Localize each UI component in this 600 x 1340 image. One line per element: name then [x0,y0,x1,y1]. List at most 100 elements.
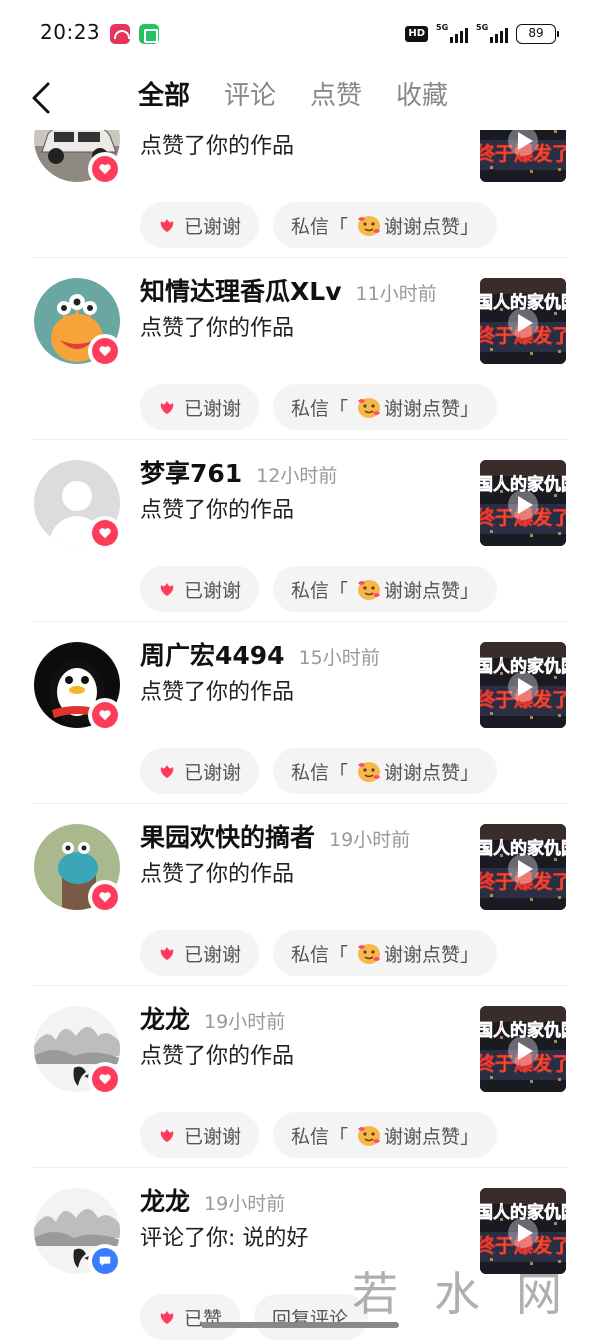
header: 全部 评论 点赞 收藏 [0,66,600,130]
username[interactable]: 龙龙 [140,1000,190,1036]
flower-icon [158,216,176,234]
flower-icon [158,1308,176,1326]
dm-thanks-button[interactable]: 私信「 谢谢点赞」 [273,384,498,430]
liked-button[interactable]: 已赞 [140,1294,241,1340]
action-text: 点赞了你的作品 [140,680,295,705]
hd-voice-icon: HD [405,26,428,42]
love-emoji-icon [356,941,382,965]
action-text: 评论了你: 说的好 [140,1226,309,1251]
like-badge [88,698,122,732]
dm-label: 私信「 [291,1125,349,1148]
heart-icon [92,1066,118,1092]
like-badge [88,152,122,186]
love-emoji-icon [356,213,382,237]
thanked-button[interactable]: 已谢谢 [140,930,260,976]
reply-comment-button[interactable]: 回复评论 [254,1294,369,1340]
notification-item[interactable]: 周广宏4494 15小时前 点赞了你的作品 国人的家仇国 终于爆发了 已谢谢 私… [0,622,600,804]
notification-item[interactable]: 果园欢快的摘者 19小时前 点赞了你的作品 国人的家仇国 终于爆发了 已谢谢 私… [0,804,600,986]
status-time: 20:23 [40,20,101,44]
timestamp: 11小时前 [355,283,437,305]
signal-sim1-icon: 5G [436,23,468,43]
thanked-button[interactable]: 已谢谢 [140,748,260,794]
notification-item[interactable]: 用户7180246823... 11小时前 点赞了你的作品 国人的家仇国 终于爆… [0,130,600,258]
thanked-button[interactable]: 已谢谢 [140,1112,260,1158]
dm-thanks-button[interactable]: 私信「 谢谢点赞」 [273,930,498,976]
timestamp: 15小时前 [298,647,380,669]
back-button[interactable] [26,76,66,120]
dm-text: 谢谢点赞」 [384,579,480,602]
like-badge [88,334,122,368]
notification-app-icon-2 [139,24,159,44]
thanked-button[interactable]: 已谢谢 [140,566,260,612]
dm-label: 私信「 [291,215,349,238]
notification-app-icon [110,24,130,44]
status-bar: 20:23 HD 5G 5G 89 [0,0,600,66]
timestamp: 19小时前 [204,1011,286,1033]
tab-bar: 全部 评论 点赞 收藏 [138,78,448,114]
notification-item[interactable]: 梦享761 12小时前 点赞了你的作品 国人的家仇国 终于爆发了 已谢谢 私信「… [0,440,600,622]
dm-text: 谢谢点赞」 [384,761,480,784]
video-thumbnail[interactable]: 国人的家仇国 终于爆发了 [480,278,566,364]
timestamp: 19小时前 [204,1193,286,1215]
timestamp: 12小时前 [256,465,338,487]
flower-icon [158,762,176,780]
action-text: 点赞了你的作品 [140,1044,295,1069]
thanked-label: 已谢谢 [184,943,242,966]
dm-text: 谢谢点赞」 [384,215,480,238]
dm-label: 私信「 [291,397,349,420]
video-thumbnail[interactable]: 国人的家仇国 终于爆发了 [480,460,566,546]
video-thumbnail[interactable]: 国人的家仇国 终于爆发了 [480,824,566,910]
thanked-button[interactable]: 已谢谢 [140,202,260,248]
chat-icon [92,1248,118,1274]
like-badge [88,1062,122,1096]
video-thumbnail[interactable]: 国人的家仇国 终于爆发了 [480,130,566,182]
tab-comments[interactable]: 评论 [224,78,276,114]
video-thumbnail[interactable]: 国人的家仇国 终于爆发了 [480,642,566,728]
tab-all[interactable]: 全部 [138,78,190,114]
video-thumbnail[interactable]: 国人的家仇国 终于爆发了 [480,1006,566,1092]
dm-text: 谢谢点赞」 [384,943,480,966]
action-text: 点赞了你的作品 [140,498,295,523]
heart-icon [92,702,118,728]
tab-favorites[interactable]: 收藏 [396,78,448,114]
username[interactable]: 梦享761 [140,454,242,490]
username[interactable]: 知情达理香瓜XLv [140,272,342,308]
love-emoji-icon [356,759,382,783]
dm-label: 私信「 [291,579,349,602]
timestamp: 19小时前 [329,829,411,851]
username[interactable]: 周广宏4494 [140,636,285,672]
battery-icon: 89 [516,24,559,44]
username[interactable]: 龙龙 [140,1182,190,1218]
dm-thanks-button[interactable]: 私信「 谢谢点赞」 [273,1112,498,1158]
dm-thanks-button[interactable]: 私信「 谢谢点赞」 [273,202,498,248]
username[interactable]: 果园欢快的摘者 [140,818,315,854]
dm-thanks-button[interactable]: 私信「 谢谢点赞」 [273,748,498,794]
thanked-label: 已谢谢 [184,215,242,238]
heart-icon [92,520,118,546]
notification-item[interactable]: 龙龙 19小时前 点赞了你的作品 国人的家仇国 终于爆发了 已谢谢 私信「 谢谢… [0,986,600,1168]
tab-likes[interactable]: 点赞 [310,78,362,114]
thanked-label: 已谢谢 [184,579,242,602]
watermark-char: 水 [434,1267,482,1321]
action-text: 点赞了你的作品 [140,316,295,341]
notification-item[interactable]: 知情达理香瓜XLv 11小时前 点赞了你的作品 国人的家仇国 终于爆发了 已谢谢… [0,258,600,440]
heart-icon [92,156,118,182]
action-text: 点赞了你的作品 [140,134,295,159]
watermark-char: 网 [516,1267,564,1321]
flower-icon [158,398,176,416]
notification-list[interactable]: 用户7180246823... 11小时前 点赞了你的作品 国人的家仇国 终于爆… [0,130,600,1340]
chevron-left-icon [32,82,50,114]
like-badge [88,880,122,914]
status-indicators: HD 5G 5G 89 [405,23,559,44]
thanked-label: 已谢谢 [184,1125,242,1148]
thanked-button[interactable]: 已谢谢 [140,384,260,430]
watermark-char: 若 [352,1267,400,1321]
home-indicator[interactable] [201,1322,399,1328]
watermark: 若 水 网 [352,1258,582,1321]
heart-icon [92,884,118,910]
action-text: 点赞了你的作品 [140,862,295,887]
like-badge [88,516,122,550]
love-emoji-icon [356,1123,382,1147]
flower-icon [158,580,176,598]
dm-thanks-button[interactable]: 私信「 谢谢点赞」 [273,566,498,612]
